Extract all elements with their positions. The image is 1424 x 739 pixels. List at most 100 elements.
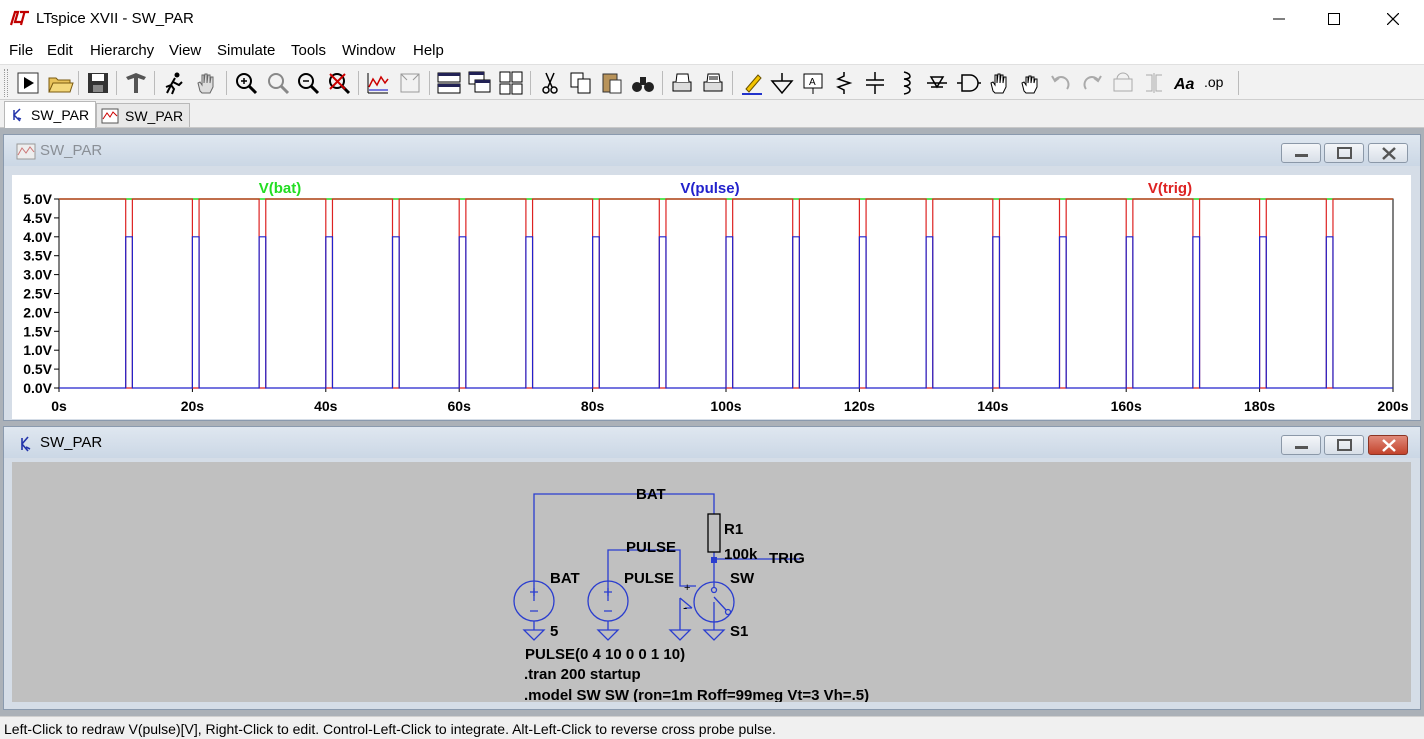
schematic-icon <box>12 108 22 122</box>
zoom-out-icon[interactable] <box>294 69 322 97</box>
resistor-r1[interactable] <box>707 513 721 553</box>
waveform-close-button[interactable] <box>1368 143 1408 163</box>
text-icon[interactable]: Aa <box>1171 69 1199 97</box>
cascade-icon[interactable] <box>466 69 494 97</box>
zoom-cancel-icon[interactable] <box>325 69 353 97</box>
svg-text:Aa: Aa <box>1173 76 1195 93</box>
x-tick-label: 20s <box>181 398 205 414</box>
v1-name[interactable]: BAT <box>550 570 580 587</box>
schematic-canvas[interactable]: + - BAT R1 100k TRIG PULSE BAT PULSE SW <box>12 462 1411 704</box>
tab-label: SW_PAR <box>31 107 90 123</box>
cut-icon[interactable] <box>536 69 564 97</box>
open-folder-icon[interactable] <box>46 69 74 97</box>
menu-window[interactable]: Window <box>342 42 395 59</box>
control-panel-icon[interactable] <box>122 69 150 97</box>
rotate-icon[interactable] <box>1109 69 1137 97</box>
v2-value[interactable]: PULSE <box>624 570 674 587</box>
y-tick-label: 2.5V <box>23 286 52 302</box>
toolbar-grip[interactable] <box>4 69 8 97</box>
resistor-icon[interactable] <box>830 69 858 97</box>
plot-pane[interactable]: 0.0V 0.5V 1.0V 1.5V 2.0V 2.5V 3.0V 3.5V 4.0V 4.5V… <box>12 175 1411 419</box>
zoom-in-icon[interactable] <box>232 69 260 97</box>
document-tab-bar: SW_PAR SW_PAR <box>0 100 1424 128</box>
r1-value[interactable]: 100k <box>724 546 758 563</box>
restore-icon <box>1337 147 1352 159</box>
diode-icon[interactable] <box>923 69 951 97</box>
net-label-bat[interactable]: BAT <box>636 486 666 503</box>
v1-value[interactable]: 5 <box>550 623 558 640</box>
schematic-window-title: SW_PAR <box>40 434 103 451</box>
tab-waveform[interactable]: SW_PAR <box>96 103 191 127</box>
switch-name[interactable]: S1 <box>730 623 748 640</box>
capacitor-icon[interactable] <box>861 69 889 97</box>
menu-hierarchy[interactable]: Hierarchy <box>90 42 154 59</box>
menu-edit[interactable]: Edit <box>47 42 73 59</box>
waveform-window-titlebar[interactable]: SW_PAR <box>4 135 1420 166</box>
waveform-minimize-button[interactable] <box>1281 143 1321 163</box>
junction-dot <box>711 557 717 563</box>
autorange-icon[interactable] <box>364 69 392 97</box>
menu-tools[interactable]: Tools <box>291 42 326 59</box>
r1-name[interactable]: R1 <box>724 521 743 538</box>
model-directive[interactable]: .model SW SW (ron=1m Roff=99meg Vt=3 Vh=… <box>524 687 869 704</box>
switch-plus-sign: + <box>684 582 690 594</box>
autorange-off-icon[interactable] <box>396 69 424 97</box>
y-tick-label: 4.5V <box>23 210 52 226</box>
legend-vbat: V(bat) <box>259 180 302 197</box>
tab-schematic[interactable]: SW_PAR <box>4 101 97 128</box>
trace-vpulse <box>59 236 1393 389</box>
spice-directive-icon[interactable]: .op <box>1202 69 1230 97</box>
run-icon[interactable] <box>14 69 42 97</box>
pulse-spec[interactable]: PULSE(0 4 10 0 0 1 10) <box>525 646 685 663</box>
schematic-window-titlebar[interactable]: SW_PAR <box>4 427 1420 458</box>
schematic-minimize-button[interactable] <box>1281 435 1321 455</box>
undo-icon[interactable] <box>1047 69 1075 97</box>
menu-view[interactable]: View <box>169 42 201 59</box>
legend-vpulse: V(pulse) <box>680 180 739 197</box>
paste-icon[interactable] <box>598 69 626 97</box>
tran-directive[interactable]: .tran 200 startup <box>524 666 641 683</box>
x-tick-label: 200s <box>1377 398 1408 414</box>
x-tick-label: 60s <box>448 398 472 414</box>
menu-file[interactable]: File <box>9 42 33 59</box>
maximize-button[interactable] <box>1305 0 1363 38</box>
y-tick-label: 3.0V <box>23 267 52 283</box>
ground-icon[interactable] <box>768 69 796 97</box>
menu-simulate[interactable]: Simulate <box>217 42 275 59</box>
draw-wire-icon[interactable] <box>738 69 766 97</box>
zoom-all-icon[interactable] <box>264 69 292 97</box>
net-label-trig[interactable]: TRIG <box>769 550 805 567</box>
pan-hand-icon[interactable] <box>192 69 220 97</box>
mirror-icon[interactable] <box>1140 69 1168 97</box>
print-setup-icon[interactable] <box>699 69 727 97</box>
copy-icon[interactable] <box>567 69 595 97</box>
schematic-close-button[interactable] <box>1368 435 1408 455</box>
tile-horizontal-icon[interactable] <box>435 69 463 97</box>
drag-icon[interactable] <box>1016 69 1044 97</box>
schematic-restore-button[interactable] <box>1324 435 1364 455</box>
find-icon[interactable] <box>629 69 657 97</box>
ltspice-logo-icon <box>9 10 29 26</box>
close-button[interactable] <box>1364 0 1422 38</box>
switch-model[interactable]: SW <box>730 570 755 587</box>
move-icon[interactable] <box>985 69 1013 97</box>
waveform-icon <box>101 108 119 123</box>
y-tick-label: 4.0V <box>23 229 52 245</box>
tile-icon[interactable] <box>497 69 525 97</box>
schematic-drawing[interactable]: + - BAT R1 100k TRIG PULSE BAT PULSE SW <box>12 462 1411 704</box>
save-icon[interactable] <box>84 69 112 97</box>
component-icon[interactable] <box>954 69 982 97</box>
svg-text:A: A <box>809 77 816 88</box>
label-net-icon[interactable]: A <box>799 69 827 97</box>
v2-name[interactable]: PULSE <box>626 539 676 556</box>
menu-help[interactable]: Help <box>413 42 444 59</box>
y-tick-label: 3.5V <box>23 248 52 264</box>
redo-icon[interactable] <box>1078 69 1106 97</box>
waveform-plot[interactable]: 0.0V 0.5V 1.0V 1.5V 2.0V 2.5V 3.0V 3.5V 4.0V 4.5V… <box>12 175 1411 419</box>
minimize-button[interactable] <box>1250 0 1308 38</box>
inductor-icon[interactable] <box>892 69 920 97</box>
run-man-icon[interactable] <box>160 69 188 97</box>
print-icon[interactable] <box>668 69 696 97</box>
tab-label: SW_PAR <box>125 107 184 124</box>
waveform-restore-button[interactable] <box>1324 143 1364 163</box>
